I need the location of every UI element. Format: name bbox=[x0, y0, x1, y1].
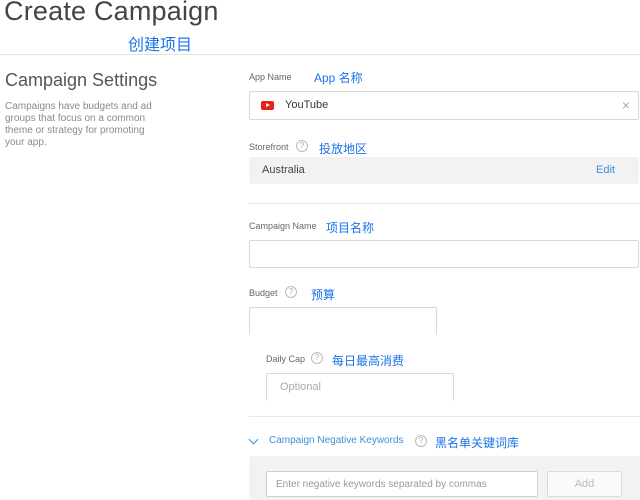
storefront-label: Storefront bbox=[249, 142, 289, 152]
edit-storefront-link[interactable]: Edit bbox=[596, 164, 615, 176]
youtube-icon bbox=[261, 101, 274, 110]
close-icon[interactable]: × bbox=[622, 97, 630, 113]
help-icon[interactable]: ? bbox=[311, 352, 323, 364]
section-divider bbox=[249, 203, 640, 204]
daily-cap-label: Daily Cap bbox=[266, 354, 306, 364]
page-title: Create Campaign bbox=[4, 0, 219, 26]
campaign-name-annotation: 项目名称 bbox=[326, 221, 375, 235]
negative-keywords-panel: Add bbox=[249, 456, 640, 500]
section-divider bbox=[249, 416, 640, 417]
help-icon[interactable]: ? bbox=[415, 435, 427, 447]
app-name-field[interactable]: YouTube × bbox=[249, 91, 639, 120]
campaign-name-label: Campaign Name bbox=[249, 221, 317, 231]
negative-keywords-input[interactable] bbox=[266, 471, 538, 497]
campaign-name-input[interactable] bbox=[249, 240, 639, 268]
daily-cap-input[interactable]: Optional bbox=[266, 373, 454, 401]
add-keywords-button[interactable]: Add bbox=[547, 471, 622, 497]
daily-cap-annotation: 每日最高消费 bbox=[332, 354, 405, 368]
section-description: Campaigns have budgets and ad groups tha… bbox=[5, 101, 152, 148]
storefront-field: Australia Edit bbox=[249, 157, 639, 184]
create-campaign-page: Create Campaign 创建项目 Campaign Settings C… bbox=[0, 0, 640, 500]
header-divider bbox=[0, 54, 640, 55]
title-annotation: 创建项目 bbox=[128, 37, 193, 54]
budget-label: Budget bbox=[249, 288, 278, 298]
section-title: Campaign Settings bbox=[5, 70, 158, 90]
app-name-value: YouTube bbox=[285, 99, 329, 111]
negative-keywords-annotation: 黑名单关键词库 bbox=[435, 436, 520, 450]
negative-keywords-toggle[interactable]: Campaign Negative Keywords bbox=[269, 435, 404, 446]
budget-input[interactable] bbox=[249, 307, 437, 335]
budget-annotation: 预算 bbox=[311, 288, 336, 302]
app-name-label: App Name bbox=[249, 72, 292, 82]
storefront-value: Australia bbox=[262, 164, 305, 176]
help-icon[interactable]: ? bbox=[285, 286, 297, 298]
app-name-annotation: App 名称 bbox=[314, 71, 363, 85]
daily-cap-placeholder: Optional bbox=[280, 381, 321, 393]
chevron-down-icon[interactable] bbox=[248, 434, 259, 445]
storefront-annotation: 投放地区 bbox=[319, 142, 368, 156]
help-icon[interactable]: ? bbox=[296, 140, 308, 152]
